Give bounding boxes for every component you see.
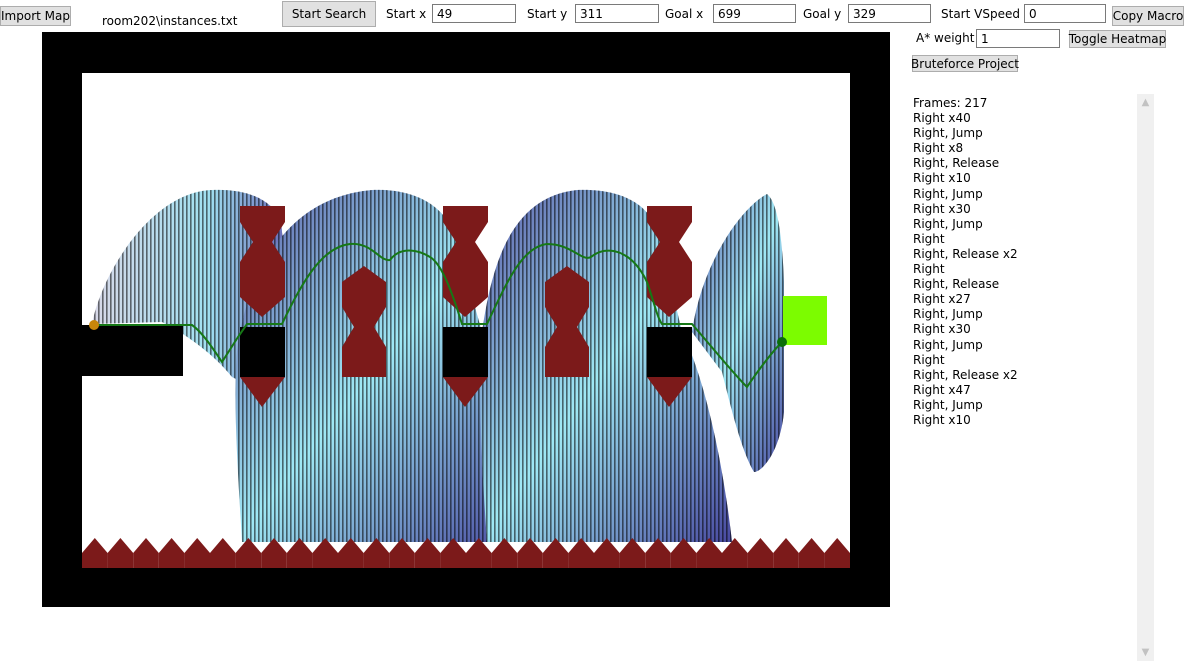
block (240, 327, 285, 377)
macro-line: Right, Jump (913, 216, 983, 231)
macro-line: Right x30 (913, 201, 971, 216)
macro-line: Right (913, 231, 945, 246)
macro-line: Right x47 (913, 382, 971, 397)
goal-marker (777, 337, 787, 347)
map-canvas[interactable] (42, 32, 890, 607)
macro-line: Right x10 (913, 412, 971, 427)
macro-output: Frames: 217 Right x40 Right, Jump Right x8 R… (913, 96, 1018, 428)
start-y-label: Start y (527, 7, 568, 21)
macro-line: Right (913, 352, 945, 367)
goal-y-label: Goal y (803, 7, 842, 21)
macro-line: Right, Release (913, 277, 1000, 292)
astar-weight-label: A* weight (916, 31, 975, 45)
file-path-label: room202\instances.txt (102, 14, 238, 28)
goal-x-input[interactable] (713, 4, 796, 23)
macro-line: Right, Release (913, 156, 1000, 171)
macro-line: Right (913, 262, 945, 277)
macro-line: Right, Jump (913, 307, 983, 322)
astar-weight-input[interactable] (976, 29, 1060, 48)
goal-y-input[interactable] (848, 4, 931, 23)
macro-line: Frames: 217 (913, 96, 988, 110)
toggle-heatmap-button[interactable]: Toggle Heatmap (1069, 30, 1166, 48)
start-vspeed-label: Start VSpeed (941, 7, 1020, 21)
macro-line: Right x27 (913, 292, 971, 307)
macro-line: Right, Jump (913, 397, 983, 412)
bruteforce-project-button[interactable]: Bruteforce Project (911, 55, 1019, 72)
macro-line: Right x30 (913, 322, 971, 337)
macro-line: Right x40 (913, 111, 971, 126)
macro-line: Right, Release x2 (913, 367, 1018, 382)
block (443, 327, 488, 377)
block (647, 327, 692, 377)
start-x-input[interactable] (432, 4, 516, 23)
start-y-input[interactable] (575, 4, 659, 23)
start-vspeed-input[interactable] (1024, 4, 1106, 23)
start-ledge (82, 325, 183, 376)
macro-line: Right x10 (913, 171, 971, 186)
start-search-button[interactable]: Start Search (282, 1, 376, 27)
start-marker (89, 320, 99, 330)
macro-line: Right x8 (913, 141, 964, 156)
macro-line: Right, Jump (913, 126, 983, 141)
macro-line: Right, Jump (913, 186, 983, 201)
goal-x-label: Goal x (665, 7, 704, 21)
start-x-label: Start x (386, 7, 427, 21)
macro-line: Right, Jump (913, 337, 983, 352)
goal-zone (783, 296, 827, 345)
chevron-down-icon[interactable]: ▼ (1137, 644, 1154, 661)
import-map-button[interactable]: Import Map (0, 6, 71, 26)
copy-macro-button[interactable]: Copy Macro (1112, 6, 1184, 26)
log-scrollbar[interactable]: ▲ ▼ (1137, 94, 1154, 661)
chevron-up-icon[interactable]: ▲ (1137, 94, 1154, 111)
macro-line: Right, Release x2 (913, 246, 1018, 261)
